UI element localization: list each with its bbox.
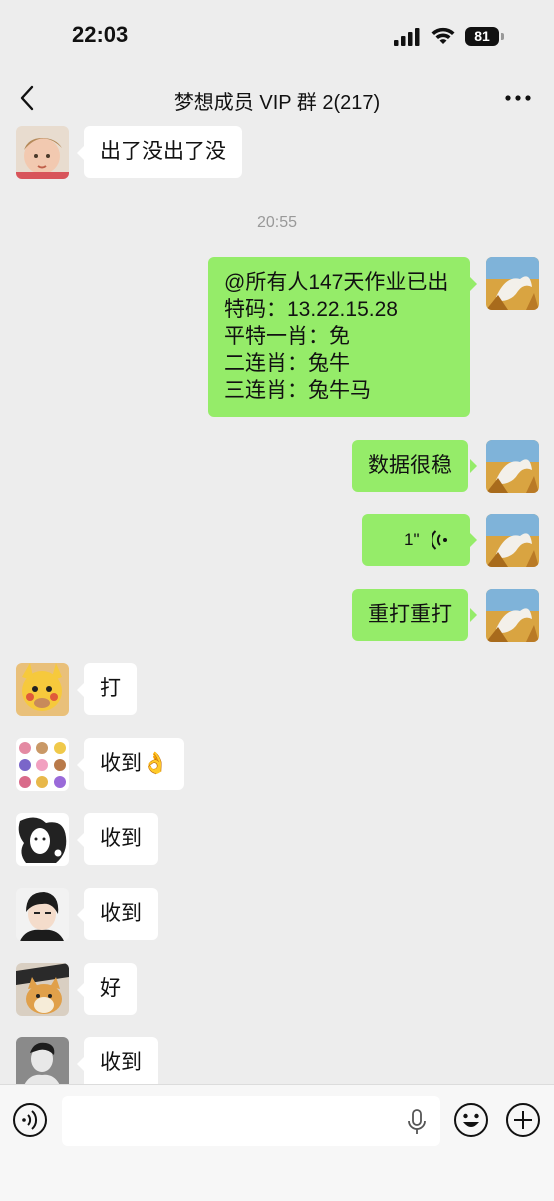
voice-duration: 1" [404, 530, 420, 549]
message-line: 特码：13.22.15.28 [224, 298, 398, 321]
battery-cap [501, 33, 504, 40]
message-text: 收到 [100, 902, 142, 925]
my-avatar[interactable] [486, 514, 539, 567]
message-text: 收到 [100, 1051, 142, 1074]
more-icon[interactable] [504, 88, 532, 108]
avatar-anime-boy[interactable] [16, 888, 69, 941]
my-avatar[interactable] [486, 589, 539, 642]
message-text: 好 [100, 977, 121, 1000]
bubble-tail [77, 1057, 84, 1071]
my-avatar[interactable] [486, 440, 539, 493]
bubble-tail [77, 683, 84, 697]
message-text: 打 [100, 677, 121, 700]
my-avatar[interactable] [486, 257, 539, 310]
microphone-icon[interactable] [407, 1109, 427, 1135]
bubble-tail [470, 459, 477, 473]
message-bubble[interactable]: 收到 [84, 1037, 158, 1084]
message-input[interactable] [62, 1096, 440, 1146]
message-bubble[interactable]: @所有人147天作业已出 特码：13.22.15.28 平特一肖：免 二连肖：兔… [208, 257, 470, 417]
chat-header: 梦想成员 VIP 群 2(217) [0, 70, 554, 126]
voice-message-bubble[interactable]: 1" [362, 514, 470, 566]
bubble-tail [77, 983, 84, 997]
status-time: 22:03 [72, 22, 129, 47]
message-text: 重打重打 [368, 603, 452, 626]
message-text: 收到👌 [100, 752, 169, 775]
voice-input-icon[interactable] [12, 1102, 48, 1138]
emoji-icon[interactable] [453, 1102, 489, 1138]
bubble-tail [77, 908, 84, 922]
message-bubble[interactable]: 收到👌 [84, 738, 185, 790]
bubble-tail [77, 833, 84, 847]
message-line: 平特一肖：免 [224, 325, 350, 348]
message-bubble[interactable]: 出了没出了没 [84, 126, 242, 178]
message-bubble[interactable]: 好 [84, 963, 137, 1015]
message-text: 数据很稳 [368, 454, 452, 477]
input-bar [0, 1084, 554, 1201]
avatar-baby[interactable] [16, 126, 69, 179]
avatar-pikachu[interactable] [16, 663, 69, 716]
chat-title: 梦想成员 VIP 群 2(217) [173, 92, 381, 114]
message-line: 三连肖：兔牛马 [224, 379, 371, 402]
bubble-tail [77, 758, 84, 772]
bubble-tail [77, 146, 84, 160]
plus-icon[interactable] [505, 1102, 541, 1138]
bubble-tail [470, 533, 477, 547]
message-line: @所有人147天作业已出 [224, 271, 449, 294]
cellular-signal-icon [394, 28, 420, 46]
avatar-shiba-dog[interactable] [16, 963, 69, 1016]
message-bubble[interactable]: 重打重打 [352, 589, 468, 641]
wifi-icon [431, 27, 455, 44]
message-line: 二连肖：兔牛 [224, 352, 350, 375]
message-text: 收到 [100, 827, 142, 850]
time-separator: 20:55 [256, 214, 298, 231]
voice-wave-icon [432, 530, 447, 550]
message-bubble[interactable]: 收到 [84, 813, 158, 865]
message-bubble[interactable]: 打 [84, 663, 137, 715]
message-text: 出了没出了没 [100, 140, 226, 163]
message-bubble[interactable]: 数据很稳 [352, 440, 468, 492]
status-bar: 22:03 81 [0, 0, 554, 70]
bubble-tail [470, 608, 477, 622]
bubble-tail [470, 277, 477, 291]
battery-indicator: 81 [465, 27, 499, 46]
avatar-sketch-man[interactable] [16, 1037, 69, 1084]
avatar-animal-grid[interactable] [16, 738, 69, 791]
avatar-sketch-girl[interactable] [16, 813, 69, 866]
message-list[interactable]: 出了没出了没 20:55 @所有人147天作业已出 特码：13.22.15.28… [0, 126, 554, 1084]
message-bubble[interactable]: 收到 [84, 888, 158, 940]
